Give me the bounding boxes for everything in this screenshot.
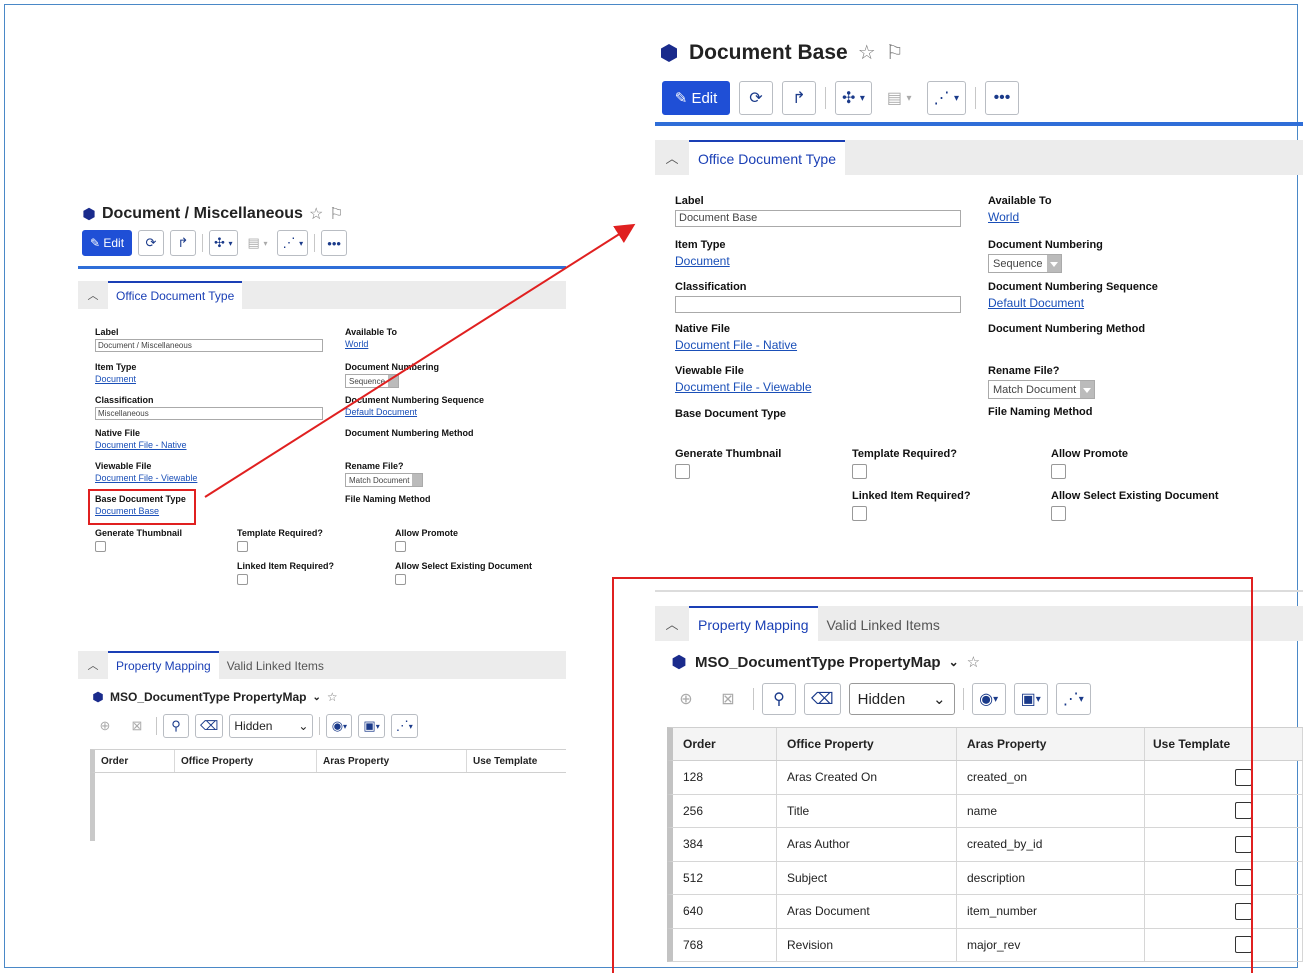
callout-arrow bbox=[204, 223, 636, 498]
